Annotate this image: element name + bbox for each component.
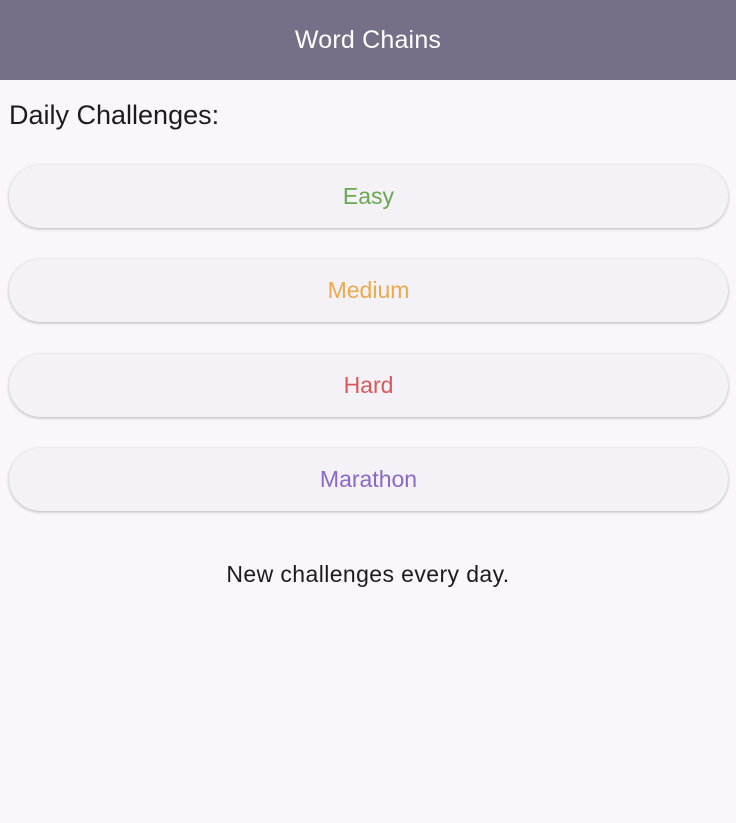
app-bar: Word Chains — [0, 0, 736, 80]
medium-challenge-button[interactable]: Medium — [9, 259, 728, 322]
marathon-challenge-button[interactable]: Marathon — [9, 448, 728, 511]
easy-challenge-button[interactable]: Easy — [9, 165, 728, 228]
daily-challenges-heading: Daily Challenges: — [9, 100, 220, 130]
footer-note: New challenges every day. — [226, 561, 510, 587]
app-title: Word Chains — [294, 25, 442, 54]
hard-challenge-button[interactable]: Hard — [9, 354, 728, 417]
